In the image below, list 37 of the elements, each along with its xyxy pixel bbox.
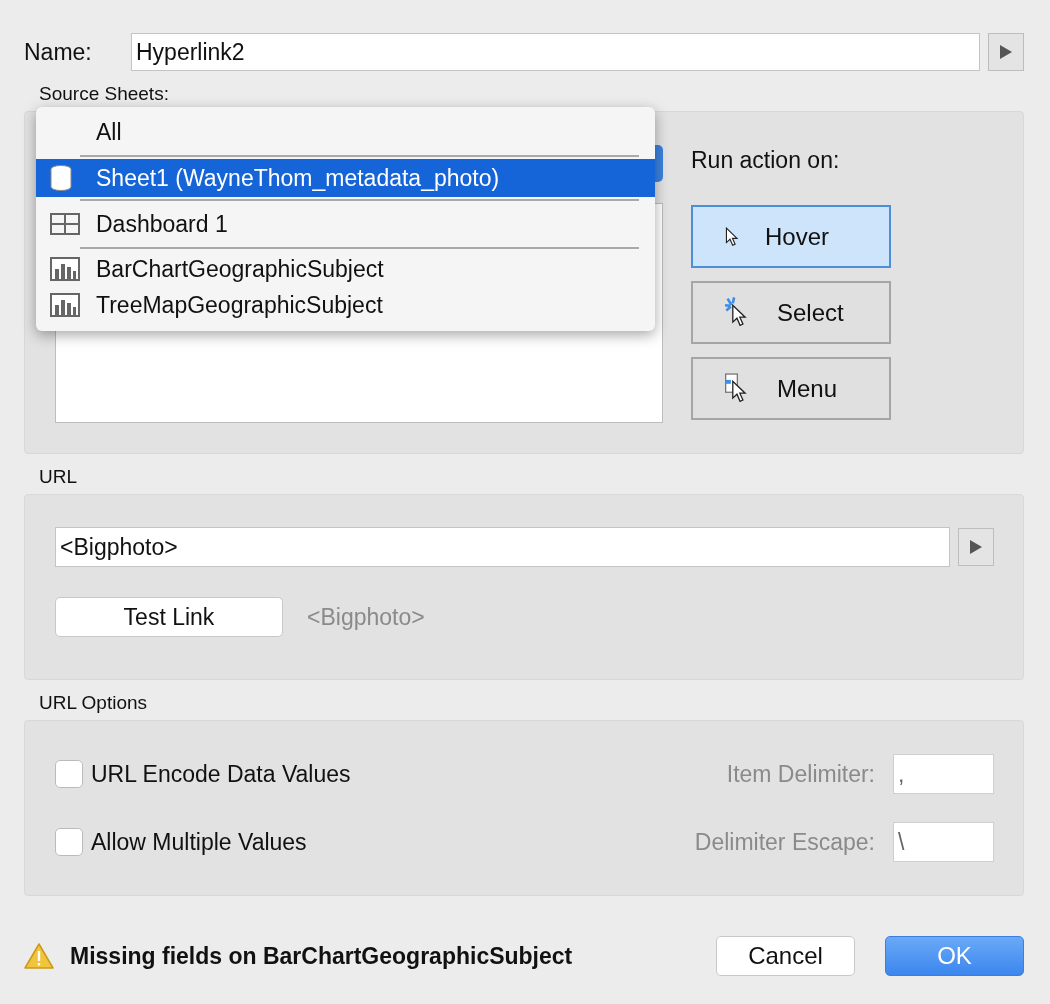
- name-field[interactable]: Hyperlink2: [131, 33, 980, 71]
- cylinder-icon: [50, 165, 72, 191]
- run-action-button[interactable]: Select: [691, 281, 891, 344]
- url-preview: <Bigphoto>: [307, 603, 425, 631]
- warning-message: Missing fields on BarChartGeographicSubject: [70, 942, 574, 970]
- delimiter-field[interactable]: \: [893, 822, 994, 862]
- insert-field-button[interactable]: [988, 33, 1024, 71]
- run-action-button[interactable]: Hover: [691, 205, 891, 268]
- section-label: URL Options: [39, 692, 149, 714]
- grid-icon: [50, 213, 80, 235]
- checkbox[interactable]: [55, 760, 83, 788]
- menu-item[interactable]: Sheet1 (WayneThom_metadata_photo): [36, 159, 655, 197]
- insert-field-button[interactable]: [958, 528, 994, 566]
- play-icon: [1000, 45, 1012, 59]
- checkbox[interactable]: [55, 828, 83, 856]
- menu-item[interactable]: All: [36, 111, 655, 153]
- run-action-button[interactable]: Menu: [691, 357, 891, 420]
- cancel-button[interactable]: Cancel: [716, 936, 855, 976]
- test-link-button[interactable]: Test Link: [55, 597, 283, 637]
- menu-item[interactable]: TreeMapGeographicSubject: [36, 287, 655, 323]
- name-label: Name:: [24, 38, 93, 66]
- checkbox-label: URL Encode Data Values: [91, 760, 352, 788]
- bar-chart-icon: [50, 293, 80, 317]
- checkbox-label: Allow Multiple Values: [91, 828, 308, 856]
- url-field[interactable]: <Bigphoto>: [55, 527, 950, 567]
- field-label: Item Delimiter:: [726, 760, 875, 788]
- section-label: Source Sheets:: [39, 83, 170, 105]
- play-icon: [970, 540, 982, 554]
- run-action-label: Run action on:: [691, 146, 841, 175]
- bar-chart-icon: [50, 257, 80, 281]
- section-label: URL: [39, 466, 78, 488]
- menu-item[interactable]: BarChartGeographicSubject: [36, 251, 655, 287]
- delimiter-field[interactable]: ,: [893, 754, 994, 794]
- warning-icon: [24, 943, 54, 969]
- field-label: Delimiter Escape:: [694, 828, 875, 856]
- cursor-icon: [725, 226, 739, 247]
- menu-item[interactable]: Dashboard 1: [36, 203, 655, 245]
